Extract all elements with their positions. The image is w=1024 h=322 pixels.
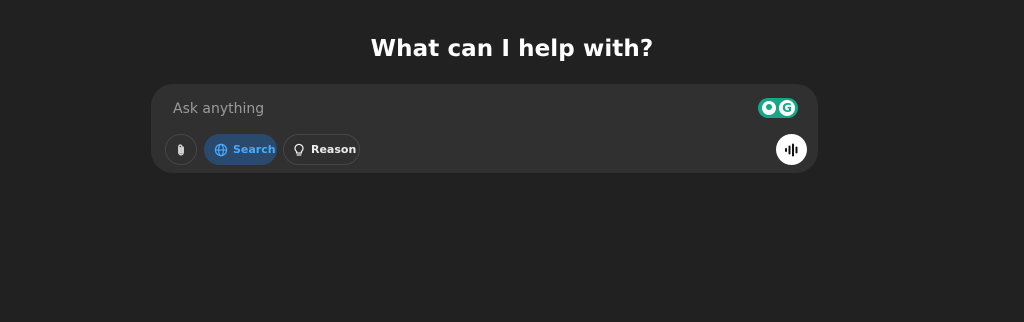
paperclip-icon (174, 143, 188, 157)
page: What can I help with? G Search (0, 0, 1024, 322)
search-button-label: Search (233, 143, 276, 156)
lightbulb-icon (292, 143, 306, 157)
page-title: What can I help with? (370, 36, 654, 62)
globe-icon (214, 143, 228, 157)
attach-button[interactable] (165, 134, 197, 165)
grammarly-icon[interactable]: G (758, 98, 798, 118)
reason-button[interactable]: Reason (283, 134, 360, 165)
prompt-composer: G Search (151, 84, 818, 173)
grammarly-status-dot (762, 101, 776, 115)
reason-button-label: Reason (311, 143, 357, 156)
voice-mode-button[interactable] (776, 134, 807, 165)
grammarly-logo: G (779, 100, 795, 116)
prompt-input[interactable] (173, 98, 733, 120)
search-button[interactable]: Search (204, 134, 277, 165)
voice-waveform-icon (784, 143, 800, 157)
